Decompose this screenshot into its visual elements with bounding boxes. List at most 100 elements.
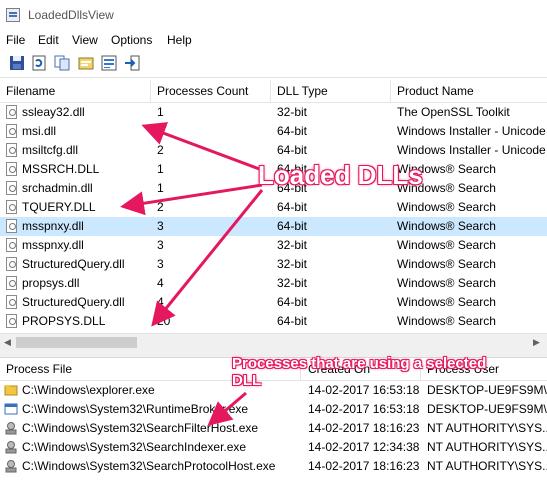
dll-file-icon (6, 295, 17, 309)
process-user: DESKTOP-UE9FS9M\... (427, 402, 547, 416)
dll-row[interactable]: propsys.dll 4 32-bit Windows® Search (0, 274, 547, 293)
menu-view[interactable]: View (72, 33, 98, 47)
dll-type: 64-bit (277, 219, 308, 233)
dll-count: 2 (157, 143, 164, 157)
process-row[interactable]: C:\Windows\System32\SearchFilterHost.exe… (0, 419, 547, 438)
process-user: NT AUTHORITY\SYS... (427, 421, 547, 435)
dll-product: Windows® Search (397, 238, 496, 252)
window-icon (4, 402, 18, 416)
dll-row[interactable]: msiltcfg.dll 2 64-bit Windows Installer - U… (0, 141, 547, 160)
column-dll-type[interactable]: DLL Type (277, 84, 328, 98)
dll-file-icon (6, 200, 17, 214)
scroll-left-icon[interactable]: ◀ (4, 337, 11, 348)
dll-type: 64-bit (277, 124, 308, 138)
dll-filename: StructuredQuery.dll (22, 295, 125, 309)
dll-count: 3 (157, 257, 164, 271)
dll-product: Windows Installer - Unicode (397, 124, 546, 138)
window-title: LoadedDllsView (28, 8, 114, 22)
toolbar (0, 51, 547, 78)
dll-count: 1 (157, 105, 164, 119)
dll-file-icon (6, 276, 17, 290)
menu-edit[interactable]: Edit (38, 33, 59, 47)
dll-filename: ssleay32.dll (22, 105, 85, 119)
copy-icon[interactable] (54, 55, 70, 71)
app-icon (6, 8, 20, 22)
dll-type: 64-bit (277, 295, 308, 309)
dll-list-header: Filename Processes Count DLL Type Produc… (0, 80, 547, 103)
search-process-icon (4, 421, 18, 435)
dll-type: 32-bit (277, 238, 308, 252)
dll-count: 2 (157, 200, 164, 214)
dll-count: 3 (157, 238, 164, 252)
dll-type: 64-bit (277, 200, 308, 214)
properties-icon[interactable] (78, 55, 94, 71)
search-process-icon (4, 440, 18, 454)
column-processes-count[interactable]: Processes Count (157, 84, 248, 98)
dll-file-icon (6, 162, 17, 176)
dll-count: 4 (157, 295, 164, 309)
dll-count: 20 (157, 314, 171, 328)
dll-type: 64-bit (277, 143, 308, 157)
scroll-right-icon[interactable]: ▶ (533, 337, 540, 348)
dll-file-icon (6, 181, 17, 195)
process-row[interactable]: C:\Windows\System32\SearchIndexer.exe 14… (0, 438, 547, 457)
column-divider[interactable] (150, 80, 151, 102)
menu-help[interactable]: Help (167, 33, 192, 47)
dll-count: 1 (157, 162, 164, 176)
dll-file-icon (6, 238, 17, 252)
menu-file[interactable]: File (6, 33, 25, 47)
column-filename[interactable]: Filename (6, 84, 55, 98)
dll-row[interactable]: msi.dll 1 64-bit Windows Installer - Unicod… (0, 122, 547, 141)
menu-bar: File Edit View Options Help (0, 31, 547, 50)
dll-count: 1 (157, 181, 164, 195)
process-file: C:\Windows\System32\SearchProtocolHost.e… (22, 459, 276, 473)
column-process-file[interactable]: Process File (6, 362, 72, 376)
dll-filename: msiltcfg.dll (22, 143, 79, 157)
column-divider[interactable] (390, 80, 391, 102)
process-row[interactable]: C:\Windows\System32\RuntimeBroker.exe 14… (0, 400, 547, 419)
dll-file-icon (6, 257, 17, 271)
save-icon[interactable] (9, 55, 25, 71)
dll-file-icon (6, 105, 17, 119)
process-created: 14-02-2017 12:34:38 (308, 440, 420, 454)
dll-product: Windows® Search (397, 314, 496, 328)
process-file: C:\Windows\System32\RuntimeBroker.exe (22, 402, 249, 416)
dll-type: 64-bit (277, 314, 308, 328)
process-user: NT AUTHORITY\SYS... (427, 440, 547, 454)
html-report-icon[interactable] (101, 55, 117, 71)
process-row[interactable]: C:\Windows\System32\SearchProtocolHost.e… (0, 457, 547, 476)
dll-row-selected[interactable]: msspnxy.dll 3 64-bit Windows® Search (0, 217, 547, 236)
dll-filename: PROPSYS.DLL (22, 314, 106, 328)
dll-filename: msi.dll (22, 124, 57, 138)
dll-filename: msspnxy.dll (22, 238, 84, 252)
dll-filename: msspnxy.dll (22, 219, 84, 233)
dll-row[interactable]: ssleay32.dll 1 32-bit The OpenSSL Toolkit (0, 103, 547, 122)
process-user: NT AUTHORITY\SYS... (427, 459, 547, 473)
process-created: 14-02-2017 18:16:23 (308, 421, 420, 435)
dll-row[interactable]: StructuredQuery.dll 3 32-bit Windows® Searc… (0, 255, 547, 274)
dll-product: Windows® Search (397, 257, 496, 271)
menu-options[interactable]: Options (111, 33, 152, 47)
dll-row[interactable]: StructuredQuery.dll 4 64-bit Windows® Searc… (0, 293, 547, 312)
process-file: C:\Windows\explorer.exe (22, 383, 155, 397)
refresh-icon[interactable] (31, 55, 47, 71)
column-product-name[interactable]: Product Name (397, 84, 474, 98)
dll-type: 32-bit (277, 105, 308, 119)
process-file: C:\Windows\System32\SearchIndexer.exe (22, 440, 247, 454)
dll-file-icon (6, 219, 17, 233)
column-divider[interactable] (270, 80, 271, 102)
horizontal-scrollbar[interactable]: ◀ ▶ (0, 333, 547, 351)
dll-product: The OpenSSL Toolkit (397, 105, 510, 119)
dll-filename: StructuredQuery.dll (22, 257, 125, 271)
title-bar: LoadedDllsView (0, 0, 547, 30)
dll-count: 3 (157, 219, 164, 233)
exit-icon[interactable] (124, 55, 140, 71)
dll-filename: srchadmin.dll (22, 181, 93, 195)
annotation-loaded-dlls: Loaded DLLs (258, 160, 423, 190)
explorer-icon (4, 383, 18, 397)
dll-row[interactable]: PROPSYS.DLL 20 64-bit Windows® Search (0, 312, 547, 331)
process-created: 14-02-2017 18:16:23 (308, 459, 420, 473)
dll-row[interactable]: TQUERY.DLL 2 64-bit Windows® Search (0, 198, 547, 217)
dll-row[interactable]: msspnxy.dll 3 32-bit Windows® Search (0, 236, 547, 255)
scrollbar-thumb[interactable] (16, 337, 137, 348)
